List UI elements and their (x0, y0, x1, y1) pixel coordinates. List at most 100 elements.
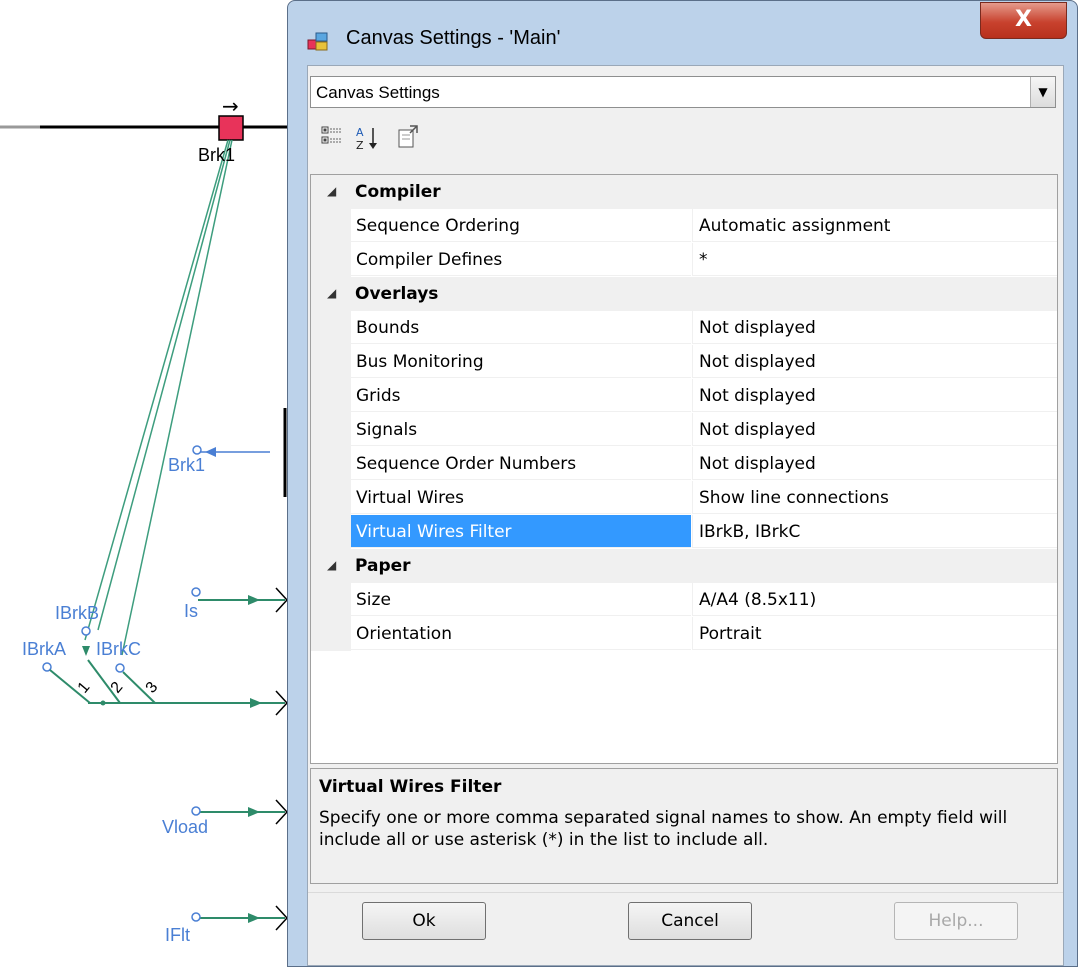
breaker-block[interactable] (218, 115, 244, 141)
property-row-bounds[interactable]: Bounds Not displayed (311, 311, 1057, 345)
row-gutter (311, 345, 351, 379)
iflt-node (191, 912, 201, 922)
row-gutter (311, 515, 351, 549)
is-arrow (248, 595, 260, 605)
property-value[interactable]: Not displayed (692, 379, 1057, 412)
property-name[interactable]: Sequence Ordering (351, 209, 691, 242)
property-value[interactable]: Show line connections (692, 481, 1057, 514)
property-value[interactable]: Not displayed (692, 413, 1057, 446)
ibrka-signal-label: IBrkA (22, 639, 67, 659)
dialog-title: Canvas Settings - 'Main' (346, 27, 561, 49)
vload-node (191, 806, 201, 816)
object-selector-combo[interactable]: Canvas Settings ▼ (310, 76, 1056, 108)
svg-text:Z: Z (356, 139, 364, 152)
property-row-virtual-wires-filter[interactable]: Virtual Wires Filter IBrkB, IBrkC (311, 515, 1057, 549)
iflt-signal-label: IFlt (165, 925, 190, 945)
row-gutter (311, 447, 351, 481)
canvas-settings-dialog: Canvas Settings - 'Main' X Canvas Settin… (287, 0, 1078, 967)
property-row-virtual-wires[interactable]: Virtual Wires Show line connections (311, 481, 1057, 515)
is-node (191, 587, 201, 597)
category-row-overlays[interactable]: ◢ Overlays (311, 277, 1057, 311)
vload-arrow (248, 807, 260, 817)
property-name[interactable]: Grids (351, 379, 691, 412)
ibrkb-arrow (82, 646, 90, 656)
collapse-triangle-icon[interactable]: ◢ (327, 286, 336, 300)
property-name[interactable]: Orientation (351, 617, 691, 650)
property-pages-icon[interactable] (394, 124, 422, 154)
property-value[interactable]: Not displayed (692, 311, 1057, 344)
brk1-signal-node (192, 445, 202, 455)
row-gutter (311, 617, 351, 651)
property-name[interactable]: Size (351, 583, 691, 616)
property-value[interactable]: Automatic assignment (692, 209, 1057, 242)
help-title: Virtual Wires Filter (319, 777, 502, 797)
property-row-sequence-order-numbers[interactable]: Sequence Order Numbers Not displayed (311, 447, 1057, 481)
breaker-direction-arrow: → (222, 94, 239, 118)
vload-signal-label: Vload (162, 817, 209, 837)
property-row-orientation[interactable]: Orientation Portrait (311, 617, 1057, 651)
property-row-signals[interactable]: Signals Not displayed (311, 413, 1057, 447)
phase-bus-arrow (250, 698, 262, 708)
row-gutter (311, 413, 351, 447)
property-help-pane: Virtual Wires Filter Specify one or more… (310, 768, 1058, 884)
category-row-paper[interactable]: ◢ Paper (311, 549, 1057, 583)
ok-button[interactable]: Ok (362, 902, 486, 940)
property-name[interactable]: Compiler Defines (351, 243, 691, 276)
help-description: Specify one or more comma separated sign… (319, 808, 1008, 850)
property-grid[interactable]: ◢ Compiler Sequence Ordering Automatic a… (310, 174, 1058, 764)
iflt-arrow (248, 913, 260, 923)
property-name[interactable]: Virtual Wires Filter (351, 515, 691, 548)
property-row-bus-monitoring[interactable]: Bus Monitoring Not displayed (311, 345, 1057, 379)
property-value[interactable]: * (692, 243, 1057, 276)
property-row-sequence-ordering[interactable]: Sequence Ordering Automatic assignment (311, 209, 1057, 243)
chevron-down-icon[interactable]: ▼ (1030, 77, 1055, 107)
collapse-triangle-icon[interactable]: ◢ (327, 184, 336, 198)
svg-text:A: A (356, 126, 364, 139)
category-row-compiler[interactable]: ◢ Compiler (311, 175, 1057, 209)
property-name[interactable]: Bounds (351, 311, 691, 344)
brk1-signal-label: Brk1 (168, 455, 206, 475)
row-gutter (311, 243, 351, 277)
row-gutter (311, 209, 351, 243)
close-button[interactable]: X (980, 2, 1067, 39)
category-label: Overlays (355, 284, 439, 304)
phase-bus-node (100, 700, 106, 706)
virtual-wire (97, 139, 231, 631)
ibrkb-signal-label: IBrkB (55, 603, 100, 623)
categorized-icon[interactable] (318, 124, 346, 154)
row-gutter (311, 379, 351, 413)
combo-selected-value: Canvas Settings (316, 83, 440, 102)
brk1-signal-arrow (205, 447, 216, 457)
property-value[interactable]: A/A4 (8.5x11) (692, 583, 1057, 616)
ibrkc-node (115, 663, 125, 673)
category-label: Paper (355, 556, 411, 576)
alphabetical-sort-icon[interactable]: A Z (354, 124, 382, 154)
help-button[interactable]: Help... (894, 902, 1018, 940)
ibrka-node (42, 662, 52, 672)
ibrkb-node (81, 626, 91, 636)
property-name[interactable]: Sequence Order Numbers (351, 447, 691, 480)
window-app-icon (307, 32, 328, 51)
ibrkc-signal-label: IBrkC (96, 639, 141, 659)
property-value[interactable]: Portrait (692, 617, 1057, 650)
property-row-grids[interactable]: Grids Not displayed (311, 379, 1057, 413)
property-name[interactable]: Signals (351, 413, 691, 446)
property-name[interactable]: Bus Monitoring (351, 345, 691, 378)
property-value[interactable]: IBrkB, IBrkC (692, 515, 1057, 548)
collapse-triangle-icon[interactable]: ◢ (327, 558, 336, 572)
property-row-compiler-defines[interactable]: Compiler Defines * (311, 243, 1057, 277)
breaker-label: Brk1 (198, 145, 236, 165)
virtual-wire (84, 139, 229, 641)
row-gutter (311, 583, 351, 617)
row-gutter (311, 311, 351, 345)
cancel-button[interactable]: Cancel (628, 902, 752, 940)
category-label: Compiler (355, 182, 441, 202)
property-value[interactable]: Not displayed (692, 447, 1057, 480)
property-row-size[interactable]: Size A/A4 (8.5x11) (311, 583, 1057, 617)
virtual-wire (121, 139, 233, 656)
property-value[interactable]: Not displayed (692, 345, 1057, 378)
row-gutter (311, 481, 351, 515)
dialog-client-area: Canvas Settings ▼ A Z ◢ Compiler Sequenc… (307, 65, 1064, 966)
dialog-button-bar: Ok Cancel Help... (308, 892, 1063, 965)
property-name[interactable]: Virtual Wires (351, 481, 691, 514)
